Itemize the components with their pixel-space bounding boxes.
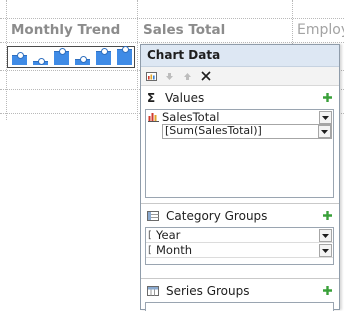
sparkline-marker	[58, 48, 66, 55]
bar-chart-icon	[148, 111, 160, 123]
category-name: Year	[156, 228, 181, 242]
chart-properties-icon[interactable]	[145, 70, 158, 83]
values-label: Values	[165, 91, 205, 105]
arrow-up-icon[interactable]	[181, 70, 194, 83]
chevron-down-icon[interactable]	[319, 111, 332, 124]
sparkline-marker	[100, 48, 108, 55]
value-item-salestotal[interactable]: SalesTotal	[146, 110, 333, 124]
column-header-employee[interactable]: Employ	[297, 22, 344, 42]
chevron-down-icon[interactable]	[318, 125, 331, 138]
sigma-icon: Σ	[147, 91, 156, 105]
arrow-down-icon[interactable]	[163, 70, 176, 83]
category-item-year[interactable]: [ Year	[146, 228, 333, 243]
panel-title: Chart Data	[141, 45, 339, 67]
value-expression: [Sum(SalesTotal)]	[165, 124, 262, 137]
chart-data-panel: Chart Data Σ Values SalesTotal [Sum(Sale…	[140, 44, 340, 311]
add-category-icon[interactable]	[322, 210, 333, 221]
panel-toolbar	[141, 67, 339, 86]
delete-x-icon[interactable]	[199, 70, 212, 83]
add-series-icon[interactable]	[322, 285, 333, 296]
sparkline-marker	[37, 58, 45, 65]
sparkline-marker	[121, 46, 129, 53]
category-name: Month	[156, 243, 193, 257]
value-name: SalesTotal	[162, 110, 220, 124]
sparkline-marker	[79, 56, 87, 63]
grid-line	[292, 0, 293, 46]
values-section: Σ Values SalesTotal [Sum(SalesTotal)]	[141, 87, 339, 198]
group-bracket-icon: [	[148, 229, 152, 241]
category-groups-section: Category Groups [ Year [ Month	[141, 205, 339, 265]
category-groups-list: [ Year [ Month	[145, 227, 334, 265]
chevron-down-icon[interactable]	[319, 229, 332, 242]
section-divider	[141, 278, 339, 279]
column-header-monthly-trend[interactable]: Monthly Trend	[11, 22, 120, 42]
section-divider	[141, 203, 339, 204]
values-header: Σ Values	[141, 87, 339, 109]
series-groups-section: Series Groups	[141, 280, 339, 311]
series-groups-header: Series Groups	[141, 280, 339, 302]
grid-line	[137, 0, 138, 120]
column-header-sales-total[interactable]: Sales Total	[143, 22, 225, 42]
chevron-down-icon[interactable]	[319, 244, 332, 257]
value-expression-field[interactable]: [Sum(SalesTotal)]	[162, 124, 332, 139]
value-expression-row: [Sum(SalesTotal)]	[146, 124, 333, 139]
add-value-icon[interactable]	[322, 92, 333, 103]
series-groups-label: Series Groups	[166, 284, 250, 298]
group-bracket-icon: [	[148, 244, 152, 256]
series-groups-icon	[147, 285, 160, 297]
sparkline-chart[interactable]	[7, 46, 135, 68]
values-list: SalesTotal [Sum(SalesTotal)]	[145, 109, 334, 198]
sparkline-marker	[16, 52, 24, 59]
category-groups-icon	[147, 210, 160, 222]
category-item-month[interactable]: [ Month	[146, 243, 333, 258]
category-groups-label: Category Groups	[166, 209, 268, 223]
category-groups-header: Category Groups	[141, 205, 339, 227]
